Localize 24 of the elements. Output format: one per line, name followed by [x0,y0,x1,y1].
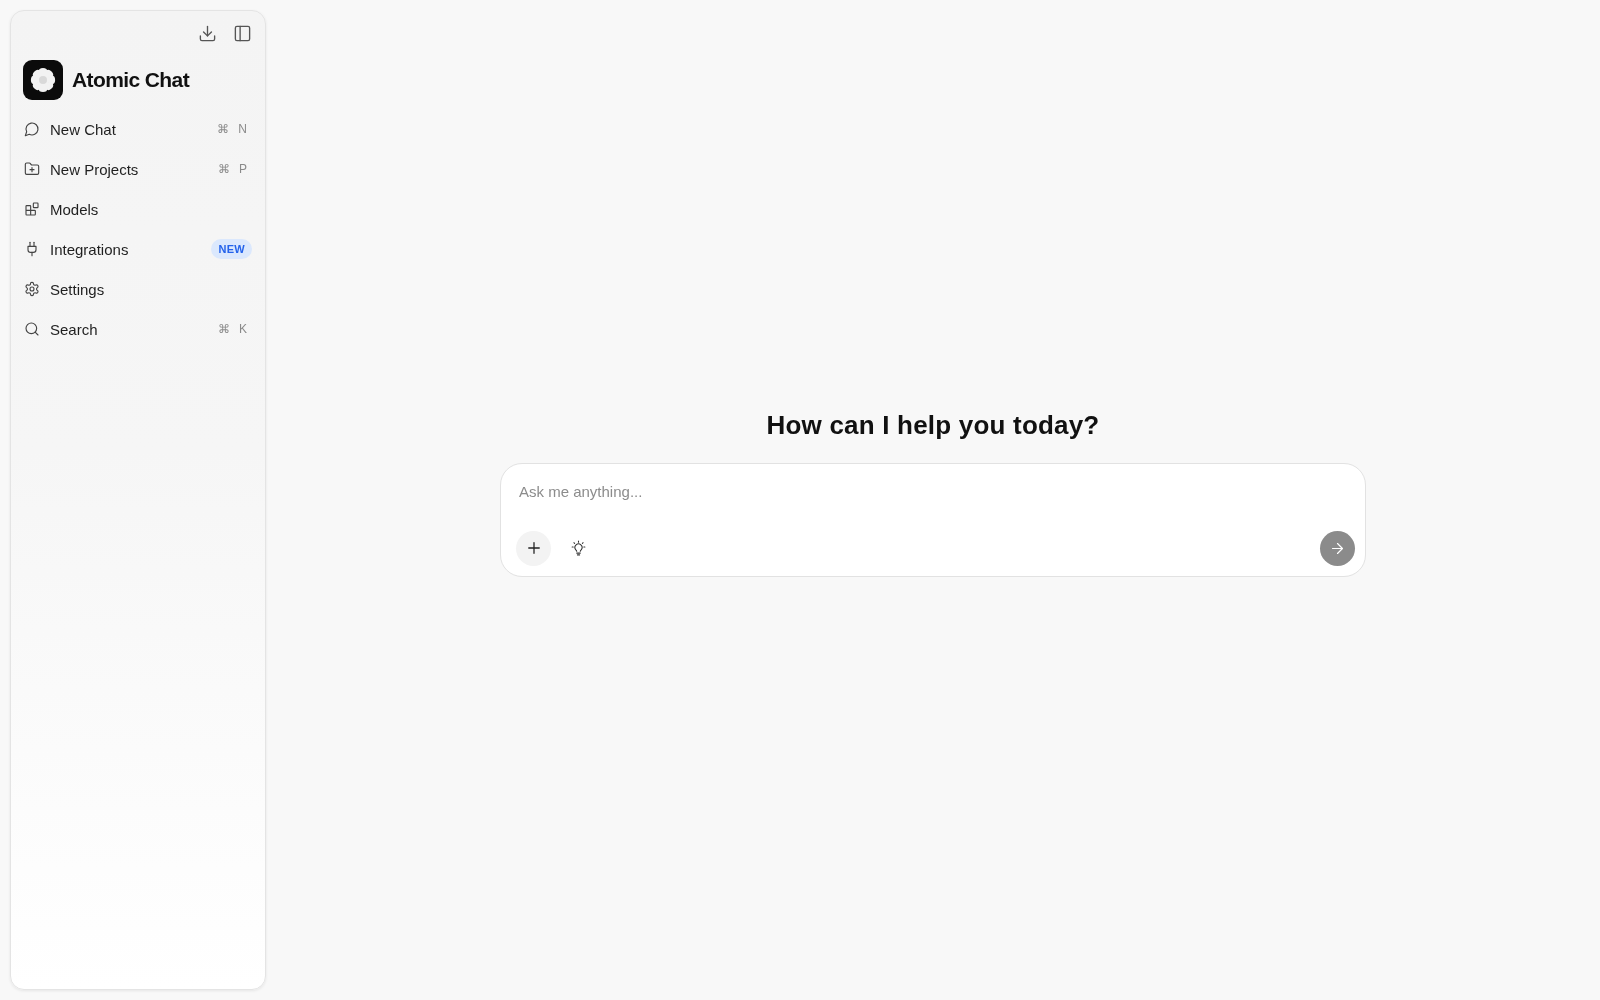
settings-icon [24,281,40,297]
nav-item[interactable]: New Chat [23,120,116,138]
download-icon[interactable] [198,24,217,43]
keyboard-shortcut: ⌘ P [217,162,248,176]
nav-item[interactable]: Settings [23,280,105,298]
chat-bubble-icon [24,121,40,137]
folder-plus-icon [24,161,40,177]
keyboard-shortcut: ⌘ K [217,322,248,336]
plug-icon [24,241,40,257]
sidebar-panel-icon[interactable] [233,24,252,43]
search-icon [24,321,40,337]
nav-item[interactable]: New Projects [23,160,139,178]
nav-item[interactable]: Search [23,320,98,338]
logo-icon [23,60,63,100]
lightbulb-icon[interactable] [570,539,587,557]
message-input[interactable]: Ask me anything... [519,480,1339,503]
attach-button[interactable] [516,530,551,566]
feature-badge: NEW [211,239,252,259]
nav-item[interactable]: Models [23,200,99,218]
keyboard-shortcut: ⌘ N [217,122,248,136]
app-title: Atomic Chat [72,68,190,92]
blocks-icon [24,201,40,217]
welcome-heading: How can I help you today? [766,409,1100,441]
nav-item[interactable]: Integrations [23,240,129,258]
